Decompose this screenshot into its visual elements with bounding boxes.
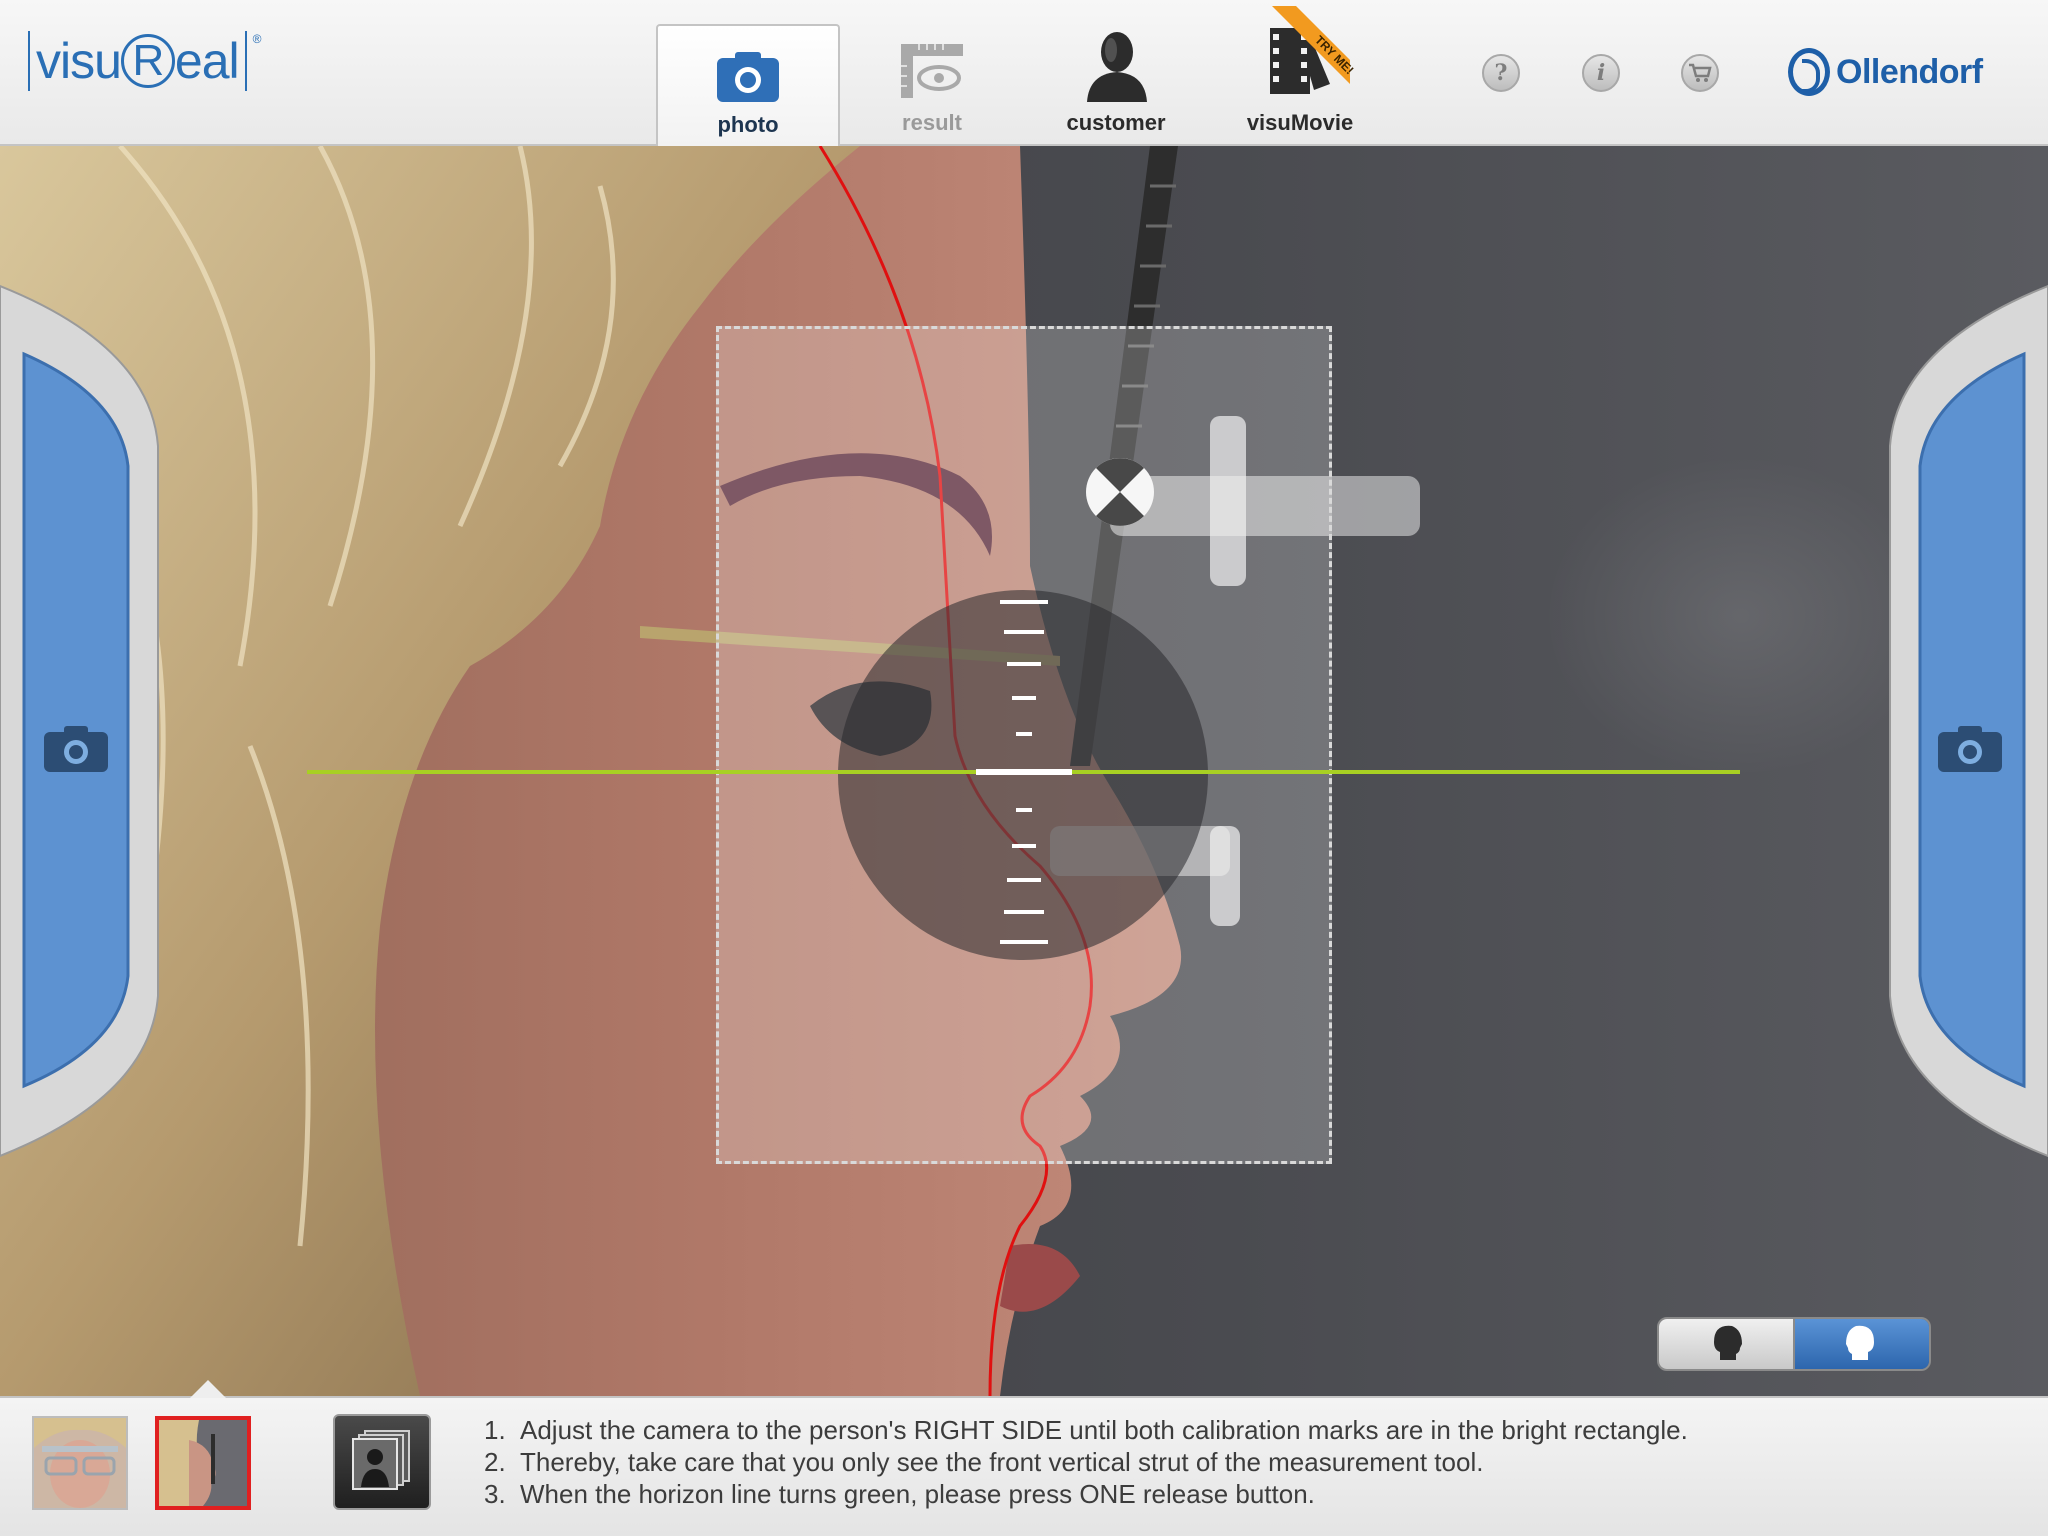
- ollendorf-mark-icon: [1788, 48, 1830, 96]
- scale-tick: [1012, 696, 1036, 700]
- tab-customer[interactable]: customer: [1024, 24, 1208, 146]
- top-bar: visu R eal ® photo result customer visuM…: [0, 0, 2048, 148]
- photo-gallery-button[interactable]: [333, 1414, 431, 1510]
- left-release-button[interactable]: [42, 724, 112, 776]
- scale-tick: [1016, 732, 1032, 736]
- scale-tick: [1016, 808, 1032, 812]
- scale-tick: [1004, 630, 1044, 634]
- cart-icon[interactable]: [1681, 54, 1719, 92]
- magnifier-loupe: [838, 590, 1208, 960]
- right-shutter-panel: [1888, 146, 2048, 1266]
- brand-name: Ollendorf: [1836, 52, 1983, 91]
- head-profile-left-icon: [1706, 1322, 1746, 1367]
- instruction-item: 2. Thereby, take care that you only see t…: [484, 1447, 1484, 1477]
- ruler-eye-icon: [899, 40, 965, 102]
- instructions-list: 1. Adjust the camera to the person's RIGH…: [484, 1414, 2004, 1510]
- tab-result-label: result: [902, 110, 962, 135]
- left-shutter-panel: [0, 146, 160, 1266]
- thumbnail-side-view[interactable]: [155, 1416, 251, 1510]
- instruction-item: 3. When the horizon line turns green, ple…: [484, 1479, 1315, 1509]
- logo-text-right: eal: [174, 33, 240, 89]
- head-profile-right-icon: [1842, 1322, 1882, 1367]
- tab-customer-label: customer: [1066, 110, 1166, 135]
- logo-text-left: visu: [36, 33, 122, 89]
- logo-r-mark: R: [120, 34, 175, 88]
- right-profile-option[interactable]: [1793, 1319, 1929, 1369]
- scale-tick: [1000, 940, 1048, 944]
- scale-tick: [1007, 878, 1041, 882]
- right-release-button[interactable]: [1936, 724, 2006, 776]
- tab-visumovie[interactable]: visuMovie TRY ME!: [1208, 6, 1392, 146]
- ollendorf-logo: Ollendorf: [1788, 42, 1983, 102]
- selected-thumb-pointer: [190, 1380, 226, 1398]
- camera-viewport: [0, 146, 2048, 1396]
- visureal-logo: visu R eal ®: [22, 28, 261, 94]
- person-icon: [1081, 28, 1151, 102]
- left-profile-option[interactable]: [1659, 1319, 1793, 1369]
- profile-side-toggle: [1657, 1317, 1931, 1371]
- camera-icon: [715, 50, 781, 104]
- tab-photo[interactable]: photo: [656, 24, 840, 148]
- instruction-item: 1. Adjust the camera to the person's RIGH…: [484, 1415, 1688, 1445]
- tab-visumovie-label: visuMovie: [1246, 110, 1354, 135]
- portrait-stack-icon: [351, 1429, 413, 1496]
- scale-center-tick: [976, 769, 1072, 775]
- scale-tick: [1012, 844, 1036, 848]
- logo-bar: [28, 31, 30, 91]
- scale-tick: [1004, 910, 1044, 914]
- scale-tick: [1000, 600, 1048, 604]
- logo-registered-mark: ®: [252, 32, 262, 46]
- help-icon[interactable]: ?: [1482, 54, 1520, 92]
- thumbnail-front-view[interactable]: [32, 1416, 128, 1510]
- scale-tick: [1007, 662, 1041, 666]
- tab-result[interactable]: result: [840, 24, 1024, 146]
- logo-bar-right: [244, 31, 247, 91]
- tab-photo-label: photo: [717, 112, 779, 137]
- info-icon[interactable]: i: [1582, 54, 1620, 92]
